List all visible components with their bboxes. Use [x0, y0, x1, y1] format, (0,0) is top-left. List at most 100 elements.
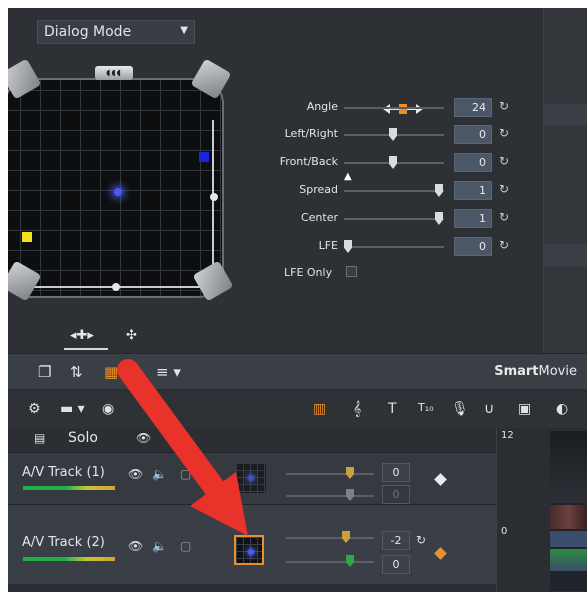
menu-icon[interactable]: ≡ ▾ — [156, 363, 181, 381]
lfe-only-checkbox[interactable] — [346, 266, 357, 277]
track-options-icon[interactable]: ▬ ▾ — [60, 401, 85, 417]
title-editor-icon[interactable]: T₁₀ — [418, 401, 434, 414]
smartmovie-button[interactable]: SmartMovie — [494, 364, 577, 379]
timeline-mark: 12 — [501, 430, 514, 441]
color-icon[interactable]: ◐ — [556, 401, 568, 417]
front-back-slider-knob[interactable] — [389, 156, 397, 169]
track-name[interactable]: A/V Track (2) — [22, 535, 105, 550]
spread-marker-blue[interactable] — [199, 152, 209, 162]
active-tab-underline — [64, 348, 108, 350]
surround-mode-select[interactable]: Dialog Mode ▼ — [37, 20, 195, 44]
lfe-slider[interactable] — [344, 246, 444, 248]
keyframe-diamond-icon[interactable] — [434, 473, 447, 486]
spread-slider[interactable] — [344, 190, 444, 192]
left-right-slider-knob[interactable] — [389, 128, 397, 141]
front-back-value-input[interactable]: 0 — [454, 153, 492, 172]
eye-icon[interactable]: 👁 — [128, 539, 143, 553]
volume-value[interactable]: -2 — [382, 531, 410, 550]
sound-source-dot[interactable] — [114, 188, 122, 196]
grid-view-icon[interactable]: ▦ — [104, 363, 118, 381]
track-row-selected[interactable]: A/V Track (2) 👁 🔈 ▢ -2 ↻ 0 — [8, 504, 496, 584]
left-right-value-input[interactable]: 0 — [454, 125, 492, 144]
clip-frame — [550, 505, 587, 529]
track-toolbar: ⚙ ▬ ▾ ◉ ▥ 𝄞 T T₁₀ 🎙 ∪ ▣ ◐ — [8, 392, 587, 428]
audio-editor-window: Dialog Mode ▼ ◖◖◖ Angle 24 ↻ Left/Right … — [8, 8, 587, 592]
pan-fader-knob[interactable] — [346, 489, 354, 501]
microphone-icon[interactable]: 🎙 — [451, 401, 469, 417]
transition-icon[interactable]: ∪ — [484, 401, 494, 417]
eye-icon[interactable]: 👁 — [128, 467, 143, 481]
reset-icon[interactable]: ↻ — [499, 99, 509, 113]
record-icon[interactable]: ◉ — [102, 401, 114, 417]
track-name[interactable]: A/V Track (1) — [22, 465, 105, 480]
sync-icon[interactable]: ⇅ — [70, 363, 83, 381]
pan-value[interactable]: 0 — [382, 555, 410, 574]
right-strip-band — [544, 244, 587, 266]
track-pan-dot — [248, 549, 254, 555]
speaker-icon[interactable]: 🔈 — [152, 539, 167, 553]
panel-layout-icon[interactable]: ▣ — [518, 401, 531, 417]
track-pan-dot — [248, 475, 254, 481]
left-right-handle[interactable] — [112, 283, 120, 291]
center-slider[interactable] — [344, 218, 444, 220]
right-strip-band — [544, 104, 587, 126]
video-clip-thumbnail[interactable] — [550, 431, 587, 591]
reset-icon[interactable]: ↻ — [499, 238, 509, 252]
param-spread: Spread 1 ↻ — [258, 180, 528, 202]
track-surround-panner[interactable] — [236, 463, 266, 493]
angle-slider[interactable] — [344, 107, 444, 109]
param-label: Center — [300, 211, 338, 224]
center-slider-knob[interactable] — [435, 212, 443, 225]
volume-value[interactable]: 0 — [382, 463, 410, 482]
reset-icon[interactable]: ↻ — [499, 182, 509, 196]
track-row[interactable]: A/V Track (1) 👁 🔈 ▢ 0 0 — [8, 452, 496, 504]
center-value-input[interactable]: 1 — [454, 209, 492, 228]
clip-audio-wave — [550, 549, 587, 571]
title-icon[interactable]: T — [388, 401, 397, 417]
copy-icon[interactable]: ❐ — [38, 363, 51, 381]
volume-fader[interactable] — [286, 537, 374, 539]
param-label: Angle — [306, 100, 338, 113]
settings-gear-icon[interactable]: ⚙ — [28, 401, 41, 417]
track-surround-panner-button[interactable] — [234, 535, 264, 565]
speaker-center-icon: ◖◖◖ — [95, 66, 133, 80]
pan-fader[interactable] — [286, 495, 374, 497]
smartmovie-label: Movie — [538, 364, 577, 379]
reset-icon[interactable]: ↻ — [499, 126, 509, 140]
solo-track-icon: ▤ — [34, 431, 46, 445]
level-meter — [23, 486, 115, 490]
surround-panner-panel: Dialog Mode ▼ ◖◖◖ Angle 24 ↻ Left/Right … — [8, 8, 587, 353]
pan-value[interactable]: 0 — [382, 485, 410, 504]
keyframe-diamond-icon[interactable] — [434, 547, 447, 560]
pan-fader-knob[interactable] — [346, 555, 354, 567]
right-panel-strip — [543, 8, 587, 353]
volume-fader-knob[interactable] — [342, 531, 350, 543]
solo-label[interactable]: Solo — [68, 430, 98, 446]
spread-slider-knob[interactable] — [435, 184, 443, 197]
reset-icon[interactable]: ↻ — [416, 533, 426, 547]
speaker-icon[interactable]: 🔈 — [152, 467, 167, 481]
reset-icon[interactable]: ↻ — [499, 210, 509, 224]
front-back-handle[interactable] — [210, 193, 218, 201]
tab-panner-3d-icon[interactable]: ✣ — [126, 328, 137, 343]
volume-fader-knob[interactable] — [346, 467, 354, 479]
surround-field[interactable] — [8, 78, 224, 298]
reset-icon[interactable]: ↻ — [499, 154, 509, 168]
chevron-down-icon: ▼ — [180, 25, 188, 36]
clip-frame — [550, 531, 587, 547]
music-icon[interactable]: 𝄞 — [353, 401, 361, 417]
eye-icon[interactable]: 👁 — [136, 431, 151, 445]
center-marker-yellow[interactable] — [22, 232, 32, 242]
volume-fader[interactable] — [286, 473, 374, 475]
lock-icon[interactable]: ▢ — [180, 467, 191, 481]
audio-mixer-icon[interactable]: ▥ — [313, 401, 326, 417]
mouse-pointer-icon: ▲ — [344, 171, 352, 182]
pan-fader[interactable] — [286, 561, 374, 563]
angle-value-input[interactable]: 24 — [454, 98, 492, 117]
lfe-value-input[interactable]: 0 — [454, 237, 492, 256]
lock-icon[interactable]: ▢ — [180, 539, 191, 553]
tab-panner-2d-icon[interactable]: ◂✚▸ — [70, 328, 94, 343]
param-lfe: LFE 0 ↻ — [258, 236, 528, 258]
spread-value-input[interactable]: 1 — [454, 181, 492, 200]
lfe-slider-knob[interactable] — [344, 240, 352, 253]
